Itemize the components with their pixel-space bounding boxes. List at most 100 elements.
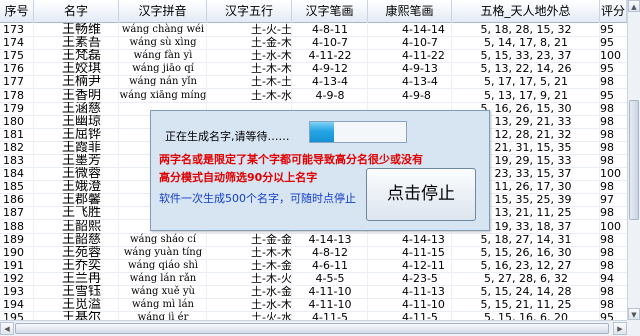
cell-name: 王韶熙 <box>62 219 102 233</box>
cell-bihua: 4-9-8 <box>315 88 345 102</box>
cell-no: 192 <box>3 271 24 285</box>
cell-pinyin: wáng mì lán <box>131 299 194 311</box>
cell-score: 95 <box>600 311 614 320</box>
cell-bihua: 4-8-12 <box>312 245 348 259</box>
cell-bihua: 4-11-10 <box>308 298 352 312</box>
table-row[interactable]: 190 王苑蓉 wáng yuàn tíng 土-木-木 4-8-12 4-11-15 5,… <box>0 246 627 260</box>
cell-wuge: 5, 27, 28, 6, 32 <box>484 271 568 285</box>
cell-pinyin: wáng jiāo qí <box>132 63 194 75</box>
cell-score: 98 <box>600 75 614 89</box>
progress-bar <box>309 121 407 143</box>
cell-wuxing: 土-水-金 <box>251 285 292 298</box>
cell-kangxi: 4-11-15 <box>402 245 445 259</box>
cell-kangxi: 4-11-13 <box>402 285 445 298</box>
cell-score: 98 <box>600 140 614 154</box>
cell-bihua: 4-8-11 <box>312 23 348 36</box>
cell-name: 王畅维 <box>62 23 102 36</box>
cell-score: 98 <box>600 154 614 167</box>
header-col-bihua[interactable]: 汉字笔画 <box>292 0 368 22</box>
header-col-name[interactable]: 名字 <box>34 0 119 22</box>
cell-wuxing: 土-木-木 <box>251 62 292 76</box>
header-col-no[interactable]: 序号 <box>0 0 34 22</box>
cell-no: 187 <box>3 206 24 220</box>
cell-name: 王霞菲 <box>62 140 102 154</box>
header-col-score[interactable]: 评分 <box>600 0 627 22</box>
cell-wuge: 5, 18, 27, 14, 31 <box>480 232 572 246</box>
cell-no: 191 <box>3 258 24 272</box>
table-row[interactable]: 195 王基尔 wáng jì ér 土-火-水 4-11-5 4-11-5 5, 15, … <box>0 311 627 320</box>
table-row[interactable]: 177 王楠尹 wáng nán yǐn 土-木-土 4-13-4 4-13-4 5, 17… <box>0 75 627 90</box>
table-row[interactable]: 194 王觅溢 wáng mì lán 土-水-木 4-11-10 4-11-10 5, 1… <box>0 298 627 313</box>
cell-name: 王雪钰 <box>62 285 102 298</box>
table-row[interactable]: 176 王姣琪 wáng jiāo qí 土-木-木 4-9-12 4-9-13 5, 13… <box>0 62 627 77</box>
cell-score: 100 <box>600 49 621 63</box>
cell-no: 177 <box>3 75 24 89</box>
table-row[interactable]: 174 王素吾 wáng sù xìng 土-金-木 4-10-7 4-10-7 5, 14… <box>0 36 627 51</box>
table-row[interactable]: 189 王韶慈 wáng sháo cí 土-金-金 4-14-13 4-14-13 5, … <box>0 233 627 247</box>
table-row[interactable]: 192 王兰冉 wáng lán rǎn 土-木-火 4-5-5 4-23-5 5, 27,… <box>0 272 627 286</box>
progress-fill <box>310 122 334 142</box>
cell-no: 183 <box>3 154 24 167</box>
horizontal-scrollbar[interactable]: ◀ ▶ <box>0 320 627 336</box>
header-col-wuge[interactable]: 五格_天人地外总 <box>452 0 600 22</box>
cell-wuge: 5, 15, 21, 11, 25 <box>480 298 572 312</box>
header-col-wuxing[interactable]: 汉字五行 <box>207 0 292 22</box>
table-row[interactable]: 191 王乔奕 wáng qiáo shì 土-木-金 4-6-11 4-12-11 5, … <box>0 259 627 273</box>
cell-bihua: 4-11-5 <box>312 311 348 320</box>
vertical-scroll-thumb[interactable] <box>629 100 639 220</box>
cell-name: 王苑蓉 <box>62 245 102 259</box>
cell-kangxi: 4-12-11 <box>402 258 445 272</box>
warning-line-2: 高分模式自动筛选90分以上名字 <box>159 171 318 184</box>
cell-no: 195 <box>3 311 24 320</box>
cell-name: 王娥澄 <box>62 180 102 194</box>
scroll-up-icon[interactable]: ▲ <box>628 0 640 12</box>
cell-score: 97 <box>600 193 614 207</box>
cell-bihua: 4-6-11 <box>312 258 348 272</box>
cell-wuxing: 土-火-水 <box>251 311 292 320</box>
cell-pinyin: wáng lán rǎn <box>129 272 197 284</box>
table-row[interactable]: 178 王香明 wáng xiāng míng 土-木-水 4-9-8 4-9-8 5, 1… <box>0 89 627 103</box>
cell-no: 173 <box>3 23 24 36</box>
horizontal-scroll-thumb[interactable] <box>15 323 609 334</box>
cell-pinyin: wáng fàn yì <box>133 50 193 62</box>
cell-wuge: 5, 13, 22, 14, 26 <box>480 62 572 76</box>
cell-kangxi: 4-11-5 <box>402 311 438 320</box>
scroll-down-icon[interactable]: ▼ <box>628 308 640 320</box>
cell-kangxi: 4-14-14 <box>402 23 445 36</box>
scroll-right-icon[interactable]: ▶ <box>613 322 627 335</box>
table-row[interactable]: 175 王梵磊 wáng fàn yì 土-水-木 4-11-22 4-11-22 5, 1… <box>0 49 627 64</box>
cell-kangxi: 4-9-13 <box>402 62 438 76</box>
cell-pinyin: wáng xuě yù <box>131 286 195 297</box>
header-col-pinyin[interactable]: 汉字拼音 <box>119 0 207 22</box>
cell-kangxi: 4-13-4 <box>402 75 438 89</box>
table-row[interactable]: 193 王雪钰 wáng xuě yù 土-水-金 4-11-10 4-11-13 5, 1… <box>0 285 627 299</box>
cell-bihua: 4-5-5 <box>315 271 345 285</box>
stop-button[interactable]: 点击停止 <box>366 168 476 221</box>
header-col-kangxi[interactable]: 康熙笔画 <box>368 0 452 22</box>
cell-score: 98 <box>600 206 614 220</box>
progress-dialog: 正在生成名字,请等待…… 两字名或是限定了某个字都可能导致高分名很少或没有 高分… <box>150 110 490 231</box>
cell-score: 98 <box>600 245 614 259</box>
cell-kangxi: 4-10-7 <box>402 36 438 50</box>
cell-name: 王郡馨 <box>62 193 102 207</box>
cell-name: 王飞胜 <box>62 206 102 220</box>
cell-wuge: 5, 15, 26, 16, 30 <box>480 245 572 259</box>
table-row[interactable]: 173 王畅维 wáng chàng wéi 土-火-土 4-8-11 4-14-14 5,… <box>0 23 627 37</box>
cell-wuge: 5, 15, 24, 14, 28 <box>480 285 572 298</box>
cell-name: 王基尔 <box>62 311 102 320</box>
cell-wuxing: 土-水-木 <box>251 298 292 312</box>
vertical-scrollbar[interactable]: ▲ ▼ <box>627 0 640 320</box>
cell-name: 王韶慈 <box>62 232 102 246</box>
cell-score: 100 <box>600 219 621 233</box>
cell-no: 188 <box>3 219 24 233</box>
cell-wuxing: 土-金-木 <box>251 36 292 50</box>
cell-wuxing: 土-金-金 <box>251 232 292 246</box>
cell-score: 95 <box>600 23 614 36</box>
cell-score: 94 <box>600 271 614 285</box>
column-divider <box>599 22 600 320</box>
cell-no: 181 <box>3 127 24 141</box>
cell-name: 王屈铧 <box>62 127 102 141</box>
cell-no: 186 <box>3 193 24 207</box>
cell-wuxing: 土-水-木 <box>251 49 292 63</box>
scroll-left-icon[interactable]: ◀ <box>0 322 14 335</box>
